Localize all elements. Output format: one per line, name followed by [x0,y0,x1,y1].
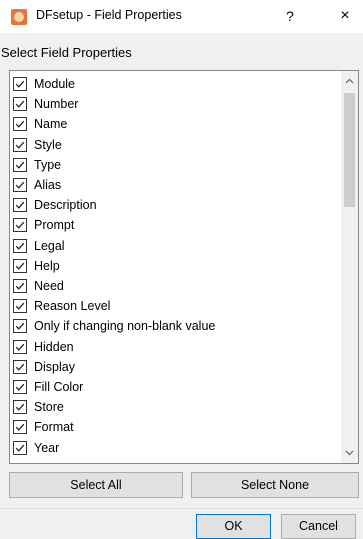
checkbox[interactable] [13,157,27,172]
checkbox[interactable] [13,440,27,455]
list-item-label: Alias [34,178,62,192]
list-item-label: Year [34,440,60,455]
scrollbar-thumb[interactable] [344,93,355,207]
list-item-label: Display [34,359,75,374]
field-properties-list[interactable]: Module Number Name Style Type Alias Descriptio… [9,70,359,464]
list-item-label: Legal [34,238,65,253]
list-item[interactable]: Format [13,417,74,437]
list-item[interactable]: Year [13,438,59,458]
list-item-label: Type [34,157,62,172]
checkbox[interactable] [13,258,27,273]
list-item-label: Store [34,400,64,415]
app-icon [11,9,27,25]
list-item-label: Help [34,258,60,273]
checkbox[interactable] [13,218,27,233]
checkbox[interactable] [13,279,27,293]
list-item[interactable]: Help [13,256,60,276]
list-item[interactable]: Display [13,357,75,377]
checkbox[interactable] [13,238,27,253]
list-item-label: Fill Color [34,380,84,394]
divider [0,508,363,509]
list-item-label: Only if changing non-blank value [34,319,216,334]
scroll-up-icon[interactable] [341,73,358,90]
help-button[interactable]: ? [278,4,302,28]
list-item-label: Number [34,97,79,112]
checkbox[interactable] [13,339,27,354]
list-item-label: Prompt [34,218,75,233]
list-item[interactable]: Only if changing non-blank value [13,316,215,336]
list-item-label: Name [34,117,68,132]
list-item-label: Need [34,279,64,293]
checkbox[interactable] [13,117,27,132]
select-all-button[interactable]: Select All [9,472,183,498]
close-button[interactable]: × [333,4,357,28]
checkbox[interactable] [13,97,27,112]
list-item[interactable]: Store [13,397,64,417]
list-item-label: Hidden [34,339,74,354]
checkbox[interactable] [13,359,27,374]
vertical-scrollbar[interactable] [341,71,358,463]
list-item[interactable]: Legal [13,236,65,256]
cancel-button[interactable]: Cancel [281,514,356,539]
list-item-label: Description [34,198,97,213]
list-item[interactable]: Need [13,276,64,296]
list-item[interactable]: Style [13,135,62,155]
list-item[interactable]: Alias [13,175,61,195]
checkbox[interactable] [13,77,27,91]
checkbox[interactable] [13,299,27,314]
section-label: Select Field Properties [1,45,132,60]
list-item-label: Style [34,137,62,152]
list-item[interactable]: Module [13,74,75,94]
list-item[interactable]: Hidden [13,337,74,357]
select-none-button[interactable]: Select None [191,472,359,498]
checkbox[interactable] [13,400,27,415]
list-item-label: Format [34,420,74,435]
checkbox[interactable] [13,380,27,394]
list-item-label: Module [34,77,75,91]
list-item[interactable]: Prompt [13,215,74,235]
list-item[interactable]: Type [13,155,61,175]
ok-button[interactable]: OK [196,514,271,539]
checkbox[interactable] [13,319,27,334]
list-item[interactable]: Name [13,114,67,134]
checkbox[interactable] [13,420,27,435]
checkbox[interactable] [13,137,27,152]
title-bar: DFsetup - Field Properties ? × [0,0,363,33]
list-item[interactable]: Reason Level [13,296,110,316]
scroll-down-icon[interactable] [341,444,358,461]
checkbox[interactable] [13,198,27,213]
list-item[interactable]: Description [13,195,97,215]
list-item[interactable]: Fill Color [13,377,83,397]
checkbox[interactable] [13,178,27,192]
list-item-label: Reason Level [34,299,111,314]
list-item[interactable]: Number [13,94,78,114]
window-title: DFsetup - Field Properties [36,8,182,22]
